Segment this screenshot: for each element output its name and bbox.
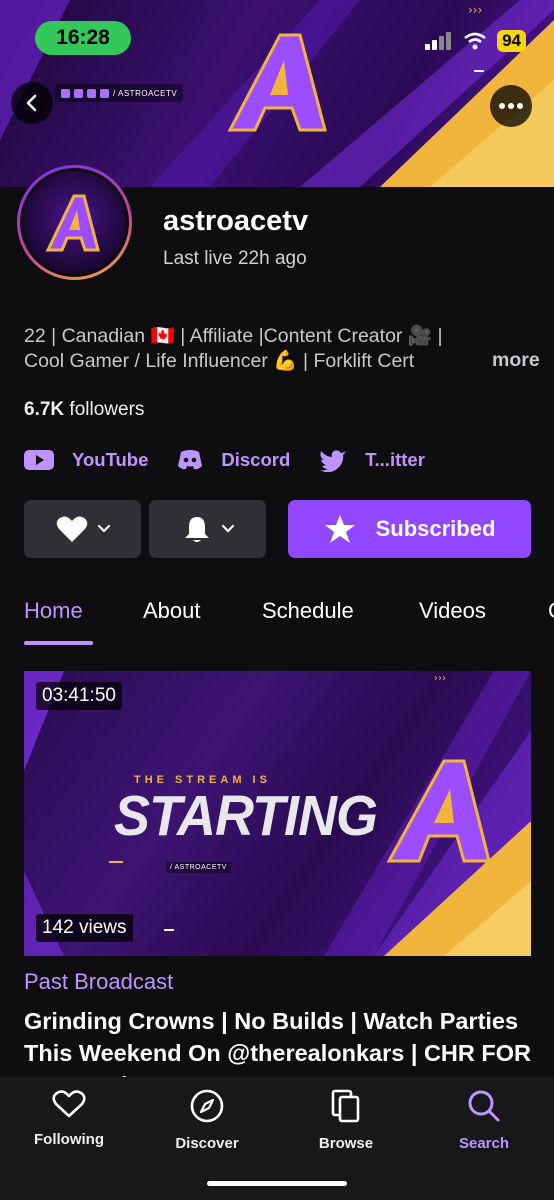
video-title[interactable]: Grinding Crowns | No Builds | Watch Part… bbox=[24, 1005, 534, 1077]
bell-icon bbox=[184, 517, 209, 542]
twitter-link-label: T...itter bbox=[365, 449, 425, 470]
thumbnail-title: STARTING bbox=[114, 784, 378, 848]
active-tab-indicator bbox=[24, 641, 93, 645]
followers-count: 6.7K followers bbox=[24, 399, 144, 421]
channel-tabs: Home About Schedule Videos C bbox=[0, 598, 554, 648]
follow-button[interactable] bbox=[24, 500, 141, 558]
tab-about[interactable]: About bbox=[143, 598, 201, 624]
heart-filled-icon bbox=[56, 516, 87, 542]
astroace-logo-icon bbox=[45, 194, 100, 251]
nav-search[interactable]: Search bbox=[429, 1089, 539, 1152]
followers-number: 6.7K bbox=[24, 399, 65, 420]
followers-label: followers bbox=[69, 399, 145, 420]
youtube-link[interactable]: YouTube bbox=[24, 449, 148, 471]
video-category: Past Broadcast bbox=[24, 969, 174, 994]
last-live-status: Last live 22h ago bbox=[163, 248, 307, 269]
home-indicator[interactable] bbox=[207, 1181, 347, 1186]
discord-icon bbox=[178, 450, 203, 470]
heart-icon bbox=[52, 1090, 86, 1118]
browse-icon bbox=[331, 1089, 360, 1123]
nav-browse-label: Browse bbox=[318, 1135, 374, 1152]
back-button[interactable] bbox=[11, 82, 53, 124]
wifi-icon bbox=[464, 32, 486, 50]
youtube-link-label: YouTube bbox=[72, 449, 149, 470]
channel-avatar[interactable] bbox=[17, 165, 132, 280]
svg-text:›››: ››› bbox=[434, 673, 446, 684]
banner-handle: / ASTROACETV bbox=[113, 88, 178, 98]
bio-line-1: 22 | Canadian 🇨🇦 | Affiliate |Content Cr… bbox=[24, 325, 443, 347]
tab-schedule[interactable]: Schedule bbox=[262, 598, 354, 624]
twitter-icon bbox=[320, 450, 347, 472]
tab-home[interactable]: Home bbox=[24, 598, 83, 624]
search-icon bbox=[468, 1090, 500, 1122]
channel-name: astroacetv bbox=[163, 205, 309, 237]
chevron-down-icon bbox=[97, 525, 110, 533]
nav-search-label: Search bbox=[458, 1135, 510, 1152]
nav-following-label: Following bbox=[34, 1131, 104, 1148]
discord-link-label: Discord bbox=[221, 449, 291, 470]
notifications-button[interactable] bbox=[149, 500, 266, 558]
tab-videos[interactable]: Videos bbox=[419, 598, 486, 624]
battery-level: 94 bbox=[497, 30, 526, 52]
chevron-left-icon bbox=[26, 94, 37, 112]
twitter-mini-icon bbox=[61, 88, 70, 98]
avatar-image bbox=[20, 168, 129, 277]
banner-social-strip: / ASTROACETV bbox=[55, 84, 184, 102]
status-icons: 94 bbox=[425, 30, 526, 52]
bio-more-link[interactable]: more bbox=[478, 349, 540, 372]
subscribed-label: Subscribed bbox=[375, 516, 496, 541]
tiktok-mini-icon bbox=[100, 88, 109, 98]
channel-bio[interactable]: 22 | Canadian 🇨🇦 | Affiliate |Content Cr… bbox=[24, 324, 534, 374]
tab-clips-partial[interactable]: C bbox=[548, 598, 554, 624]
compass-icon bbox=[190, 1089, 224, 1123]
chevron-down-icon bbox=[221, 525, 234, 533]
video-views: 142 views bbox=[36, 914, 133, 942]
discord-link[interactable]: Discord bbox=[177, 449, 290, 471]
svg-text:›››: ››› bbox=[468, 3, 482, 17]
more-dots-icon bbox=[499, 103, 523, 109]
signal-icon bbox=[425, 32, 452, 50]
instagram-mini-icon bbox=[87, 88, 96, 98]
status-time: 16:28 bbox=[35, 21, 131, 55]
nav-discover-label: Discover bbox=[175, 1135, 239, 1152]
video-duration: 03:41:50 bbox=[36, 682, 122, 710]
twitter-link[interactable]: T...itter bbox=[319, 448, 425, 472]
youtube-icon bbox=[24, 450, 54, 470]
social-links: YouTube Discord T...itter bbox=[24, 448, 454, 472]
more-options-button[interactable] bbox=[490, 85, 532, 127]
video-thumbnail[interactable]: ››› THE STREAM IS STARTING / ASTROACETV … bbox=[24, 671, 531, 956]
youtube-mini-icon bbox=[74, 88, 83, 98]
thumbnail-handle: / ASTROACETV bbox=[166, 862, 231, 873]
tab-partial-glyph: C bbox=[548, 598, 554, 623]
subscribed-button[interactable]: Subscribed bbox=[288, 500, 531, 558]
nav-discover[interactable]: Discover bbox=[152, 1089, 262, 1152]
bio-line-2: Cool Gamer / Life Influencer 💪 | Forklif… bbox=[24, 350, 415, 372]
star-icon bbox=[324, 515, 355, 543]
nav-browse[interactable]: Browse bbox=[291, 1089, 401, 1152]
nav-following[interactable]: Following bbox=[14, 1089, 124, 1148]
